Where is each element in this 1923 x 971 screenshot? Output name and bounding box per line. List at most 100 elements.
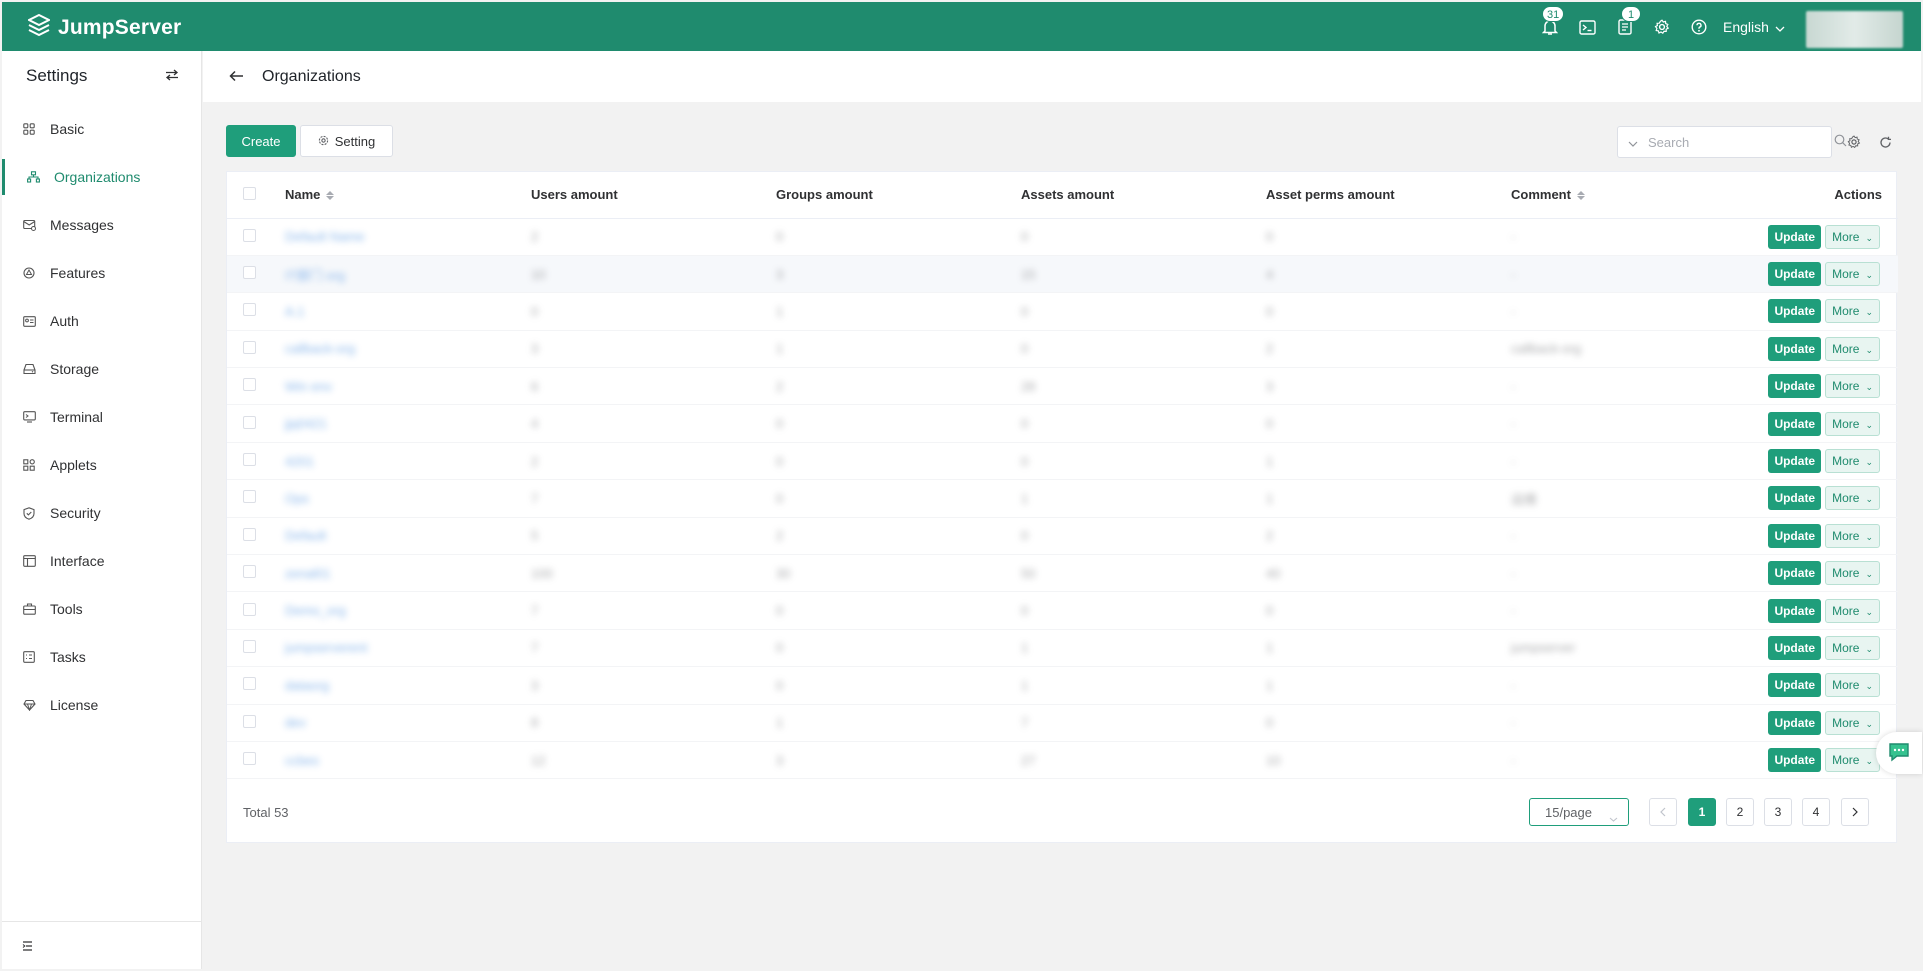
org-name-link[interactable]: Demo_org: [285, 603, 346, 618]
update-button[interactable]: Update: [1768, 486, 1822, 511]
sidebar-item-applets[interactable]: Applets: [2, 441, 201, 489]
more-dropdown-button[interactable]: More ⌄: [1825, 224, 1880, 249]
sidebar-item-messages[interactable]: Messages: [2, 201, 201, 249]
row-checkbox[interactable]: [243, 340, 256, 354]
row-checkbox[interactable]: [243, 527, 256, 541]
row-checkbox[interactable]: [243, 303, 256, 317]
row-checkbox[interactable]: [243, 565, 256, 579]
switch-view-icon[interactable]: [165, 68, 179, 84]
update-button[interactable]: Update: [1768, 411, 1822, 436]
row-checkbox[interactable]: [243, 490, 256, 504]
column-header-name[interactable]: Name: [285, 172, 531, 219]
language-selector[interactable]: English: [1723, 19, 1785, 35]
row-checkbox[interactable]: [243, 415, 256, 429]
settings-gear-icon[interactable]: [1652, 17, 1672, 37]
org-name-link[interactable]: IT部门 org: [285, 268, 345, 283]
row-checkbox[interactable]: [243, 266, 256, 280]
org-name-link[interactable]: zenal01: [285, 566, 331, 581]
back-arrow-icon[interactable]: [229, 69, 244, 85]
org-name-link[interactable]: dataorg: [285, 678, 329, 693]
row-checkbox[interactable]: [243, 752, 256, 766]
setting-button[interactable]: Setting: [300, 125, 393, 157]
more-dropdown-button[interactable]: More ⌄: [1825, 486, 1880, 511]
org-name-link[interactable]: A.1: [285, 304, 305, 319]
chat-assistant-button[interactable]: [1876, 732, 1922, 774]
help-icon[interactable]: [1689, 17, 1709, 37]
page-button-3[interactable]: 3: [1764, 798, 1792, 826]
row-checkbox[interactable]: [243, 378, 256, 392]
refresh-icon[interactable]: [1877, 134, 1893, 150]
update-button[interactable]: Update: [1768, 262, 1822, 287]
sidebar-item-features[interactable]: Features: [2, 249, 201, 297]
more-dropdown-button[interactable]: More ⌄: [1825, 748, 1880, 773]
org-name-link[interactable]: 4201: [285, 454, 314, 469]
search-input[interactable]: [1648, 134, 1824, 150]
sidebar-item-basic[interactable]: Basic: [2, 105, 201, 153]
org-name-link[interactable]: Win env: [285, 379, 332, 394]
sidebar-item-interface[interactable]: Interface: [2, 537, 201, 585]
more-dropdown-button[interactable]: More ⌄: [1825, 449, 1880, 474]
org-name-link[interactable]: Default: [285, 528, 326, 543]
more-dropdown-button[interactable]: More ⌄: [1825, 336, 1880, 361]
user-avatar[interactable]: [1806, 11, 1903, 48]
row-checkbox[interactable]: [243, 602, 256, 616]
column-header-comment[interactable]: Comment: [1511, 172, 1711, 219]
page-size-select[interactable]: 15/page: [1529, 798, 1629, 826]
org-name-link[interactable]: jumpserverent: [285, 640, 367, 655]
search-box[interactable]: [1617, 126, 1847, 158]
notification-bell-icon[interactable]: 31: [1540, 6, 1565, 37]
select-all-checkbox[interactable]: [243, 186, 256, 200]
more-dropdown-button[interactable]: More ⌄: [1825, 262, 1880, 287]
sort-icon[interactable]: [326, 191, 335, 201]
more-dropdown-button[interactable]: More ⌄: [1825, 523, 1880, 548]
more-dropdown-button[interactable]: More ⌄: [1825, 598, 1880, 623]
row-checkbox[interactable]: [243, 228, 256, 242]
sidebar-collapse-toggle[interactable]: [2, 921, 201, 969]
update-button[interactable]: Update: [1768, 598, 1822, 623]
update-button[interactable]: Update: [1768, 748, 1822, 773]
sidebar-item-organizations[interactable]: Organizations: [2, 153, 201, 201]
more-dropdown-button[interactable]: More ⌄: [1825, 411, 1880, 436]
more-dropdown-button[interactable]: More ⌄: [1825, 673, 1880, 698]
update-button[interactable]: Update: [1768, 374, 1822, 399]
row-checkbox[interactable]: [243, 677, 256, 691]
row-checkbox[interactable]: [243, 714, 256, 728]
more-dropdown-button[interactable]: More ⌄: [1825, 635, 1880, 660]
org-name-link[interactable]: callback-org: [285, 341, 355, 356]
org-name-link[interactable]: jjq0421: [285, 416, 327, 431]
update-button[interactable]: Update: [1768, 449, 1822, 474]
sidebar-item-tools[interactable]: Tools: [2, 585, 201, 633]
update-button[interactable]: Update: [1768, 523, 1822, 548]
update-button[interactable]: Update: [1768, 710, 1822, 735]
create-button[interactable]: Create: [226, 125, 296, 157]
sidebar-item-tasks[interactable]: Tasks: [2, 633, 201, 681]
chevron-down-icon[interactable]: [1628, 134, 1638, 150]
sidebar-item-storage[interactable]: Storage: [2, 345, 201, 393]
sidebar-item-license[interactable]: License: [2, 681, 201, 729]
web-terminal-icon[interactable]: [1577, 17, 1597, 37]
update-button[interactable]: Update: [1768, 635, 1822, 660]
row-checkbox[interactable]: [243, 639, 256, 653]
next-page-button[interactable]: [1841, 798, 1869, 826]
update-button[interactable]: Update: [1768, 224, 1822, 249]
update-button[interactable]: Update: [1768, 336, 1822, 361]
org-name-link[interactable]: ccbes: [285, 753, 319, 768]
update-button[interactable]: Update: [1768, 561, 1822, 586]
row-checkbox[interactable]: [243, 453, 256, 467]
more-dropdown-button[interactable]: More ⌄: [1825, 710, 1880, 735]
page-button-2[interactable]: 2: [1726, 798, 1754, 826]
org-name-link[interactable]: dev: [285, 715, 306, 730]
page-button-1[interactable]: 1: [1688, 798, 1716, 826]
tickets-icon[interactable]: 1: [1615, 6, 1641, 37]
app-logo[interactable]: JumpServer: [26, 13, 181, 41]
org-name-link[interactable]: Ops: [285, 491, 309, 506]
update-button[interactable]: Update: [1768, 299, 1822, 324]
sort-icon[interactable]: [1576, 191, 1585, 201]
sidebar-item-terminal[interactable]: Terminal: [2, 393, 201, 441]
sidebar-item-auth[interactable]: Auth: [2, 297, 201, 345]
prev-page-button[interactable]: [1649, 798, 1677, 826]
sidebar-item-security[interactable]: Security: [2, 489, 201, 537]
org-name-link[interactable]: Default Name: [285, 229, 364, 244]
update-button[interactable]: Update: [1768, 673, 1822, 698]
page-button-4[interactable]: 4: [1802, 798, 1830, 826]
